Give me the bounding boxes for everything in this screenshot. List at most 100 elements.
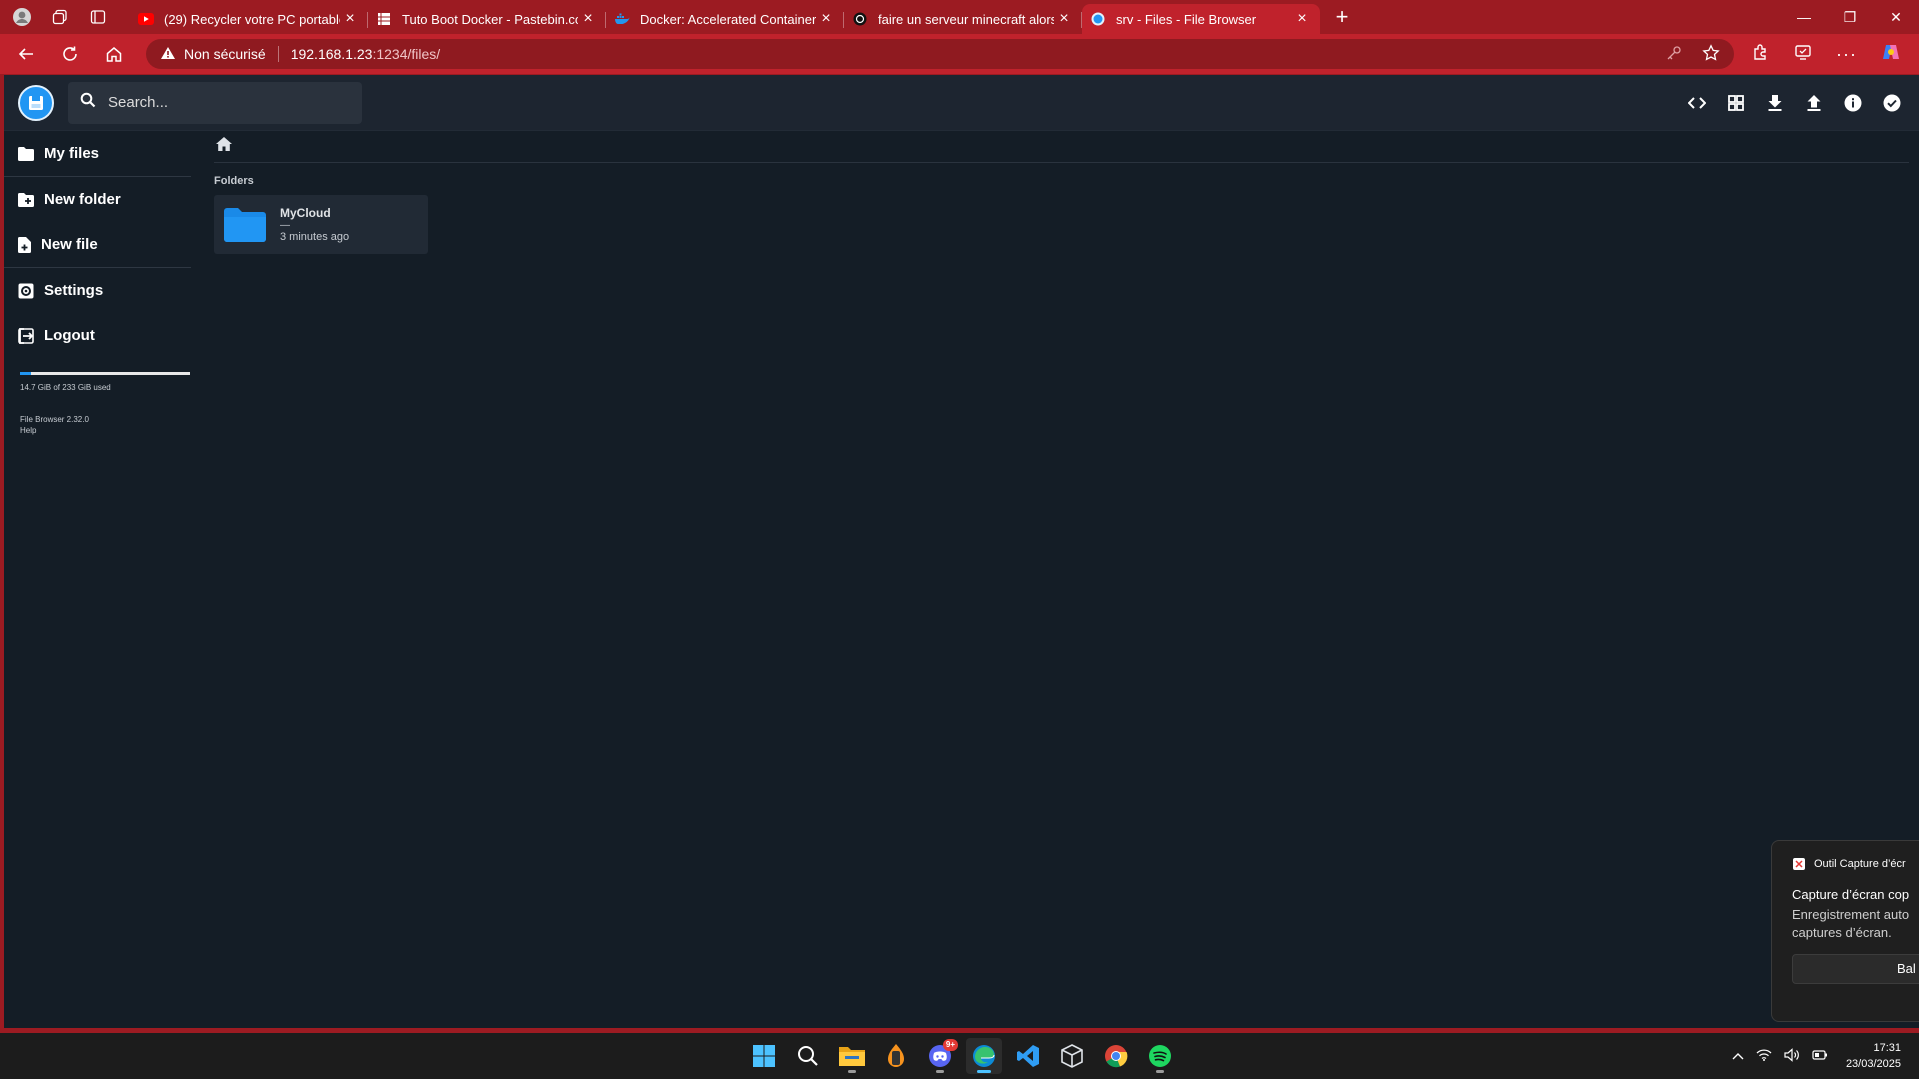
browser-tab-bar: (29) Recycler votre PC portable en × Tut… (0, 0, 1919, 34)
sidebar-item-new-file[interactable]: New file (4, 222, 194, 267)
start-icon[interactable] (746, 1038, 782, 1074)
chevron-up-icon[interactable] (1732, 1049, 1744, 1063)
fl-studio-icon[interactable] (878, 1038, 914, 1074)
folder-icon (224, 207, 266, 242)
code-icon[interactable] (1684, 90, 1710, 116)
file-explorer-icon[interactable] (834, 1038, 870, 1074)
sidebar-item-logout[interactable]: Logout (4, 313, 194, 358)
refresh-icon[interactable] (52, 36, 88, 72)
folder-icon (18, 146, 34, 161)
new-tab-icon[interactable]: + (1324, 4, 1360, 30)
windows-taskbar: 9+ 17:31 23/03/2025 (0, 1033, 1919, 1079)
tab-title: faire un serveur minecraft alors q (878, 11, 1054, 27)
tab-title: (29) Recycler votre PC portable en (164, 11, 340, 27)
system-tray: 17:31 23/03/2025 (1732, 1033, 1919, 1079)
sidebar-item-label: New file (41, 236, 98, 253)
quota-progress-fill (20, 372, 31, 375)
notification-title: Capture d’écran cop (1792, 887, 1910, 902)
close-window-icon[interactable]: ✕ (1873, 0, 1919, 34)
divider (277, 46, 279, 62)
search-input[interactable] (108, 94, 338, 111)
notification-body-line: captures d’écran. (1792, 925, 1892, 940)
close-tab-icon[interactable]: × (578, 10, 598, 28)
workspaces-icon[interactable] (50, 7, 70, 27)
file-browser-logo[interactable] (18, 84, 54, 121)
sidebar-item-label: Settings (44, 282, 104, 299)
restore-icon[interactable]: ❐ (1827, 0, 1873, 34)
notification-body-line: Enregistrement auto (1792, 907, 1910, 922)
app-header (4, 75, 1919, 131)
security-label[interactable]: Non sécurisé (184, 46, 266, 62)
snipping-tool-notification[interactable]: Outil Capture d’écr Capture d’écran cop … (1771, 840, 1919, 1022)
docker-icon (614, 11, 630, 27)
tab-title: Docker: Accelerated Container Ap (640, 11, 816, 27)
browser-tab-active[interactable]: srv - Files - File Browser × (1082, 4, 1320, 34)
upload-icon[interactable] (1801, 90, 1827, 116)
folder-name: MyCloud (280, 206, 331, 220)
chatgpt-icon (852, 11, 868, 27)
close-tab-icon[interactable]: × (340, 10, 360, 28)
search-box[interactable] (68, 81, 362, 124)
password-key-icon[interactable] (1666, 45, 1682, 64)
grid-view-icon[interactable] (1723, 90, 1749, 116)
favorite-star-icon[interactable] (1702, 43, 1720, 65)
search-icon (80, 92, 96, 113)
browser-tab[interactable]: faire un serveur minecraft alors q × (844, 4, 1082, 34)
clock[interactable]: 17:31 23/03/2025 (1846, 1040, 1901, 1072)
sidebar-item-new-folder[interactable]: New folder (4, 177, 194, 222)
wifi-icon[interactable] (1756, 1048, 1772, 1064)
address-bar[interactable]: Non sécurisé 192.168.1.23:1234/files/ (146, 39, 1734, 69)
extensions-icon[interactable] (1752, 43, 1770, 66)
quota-progress-bar (20, 372, 190, 375)
help-link[interactable]: Help (20, 425, 194, 436)
sidebar-item-settings[interactable]: Settings (4, 268, 194, 313)
notification-app-name: Outil Capture d’écr (1814, 858, 1906, 870)
chrome-icon[interactable] (1098, 1038, 1134, 1074)
close-tab-icon[interactable]: × (1054, 10, 1074, 28)
credits: File Browser 2.32.0 Help (20, 414, 194, 436)
snipping-tool-icon (1793, 858, 1805, 870)
info-icon[interactable] (1840, 90, 1866, 116)
home-icon[interactable] (96, 36, 132, 72)
notification-action-button[interactable]: Bal (1792, 954, 1919, 984)
discord-icon[interactable]: 9+ (922, 1038, 958, 1074)
notification-badge: 9+ (942, 1039, 958, 1051)
clock-time: 17:31 (1873, 1042, 1901, 1054)
back-icon[interactable] (8, 36, 44, 72)
close-tab-icon[interactable]: × (816, 10, 836, 28)
vertical-tabs-icon[interactable] (88, 7, 108, 27)
more-menu-icon[interactable]: ··· (1836, 44, 1857, 65)
browser-tab[interactable]: (29) Recycler votre PC portable en × (130, 4, 368, 34)
download-icon[interactable] (1762, 90, 1788, 116)
battery-icon[interactable] (1812, 1049, 1828, 1064)
browser-toolbar: Non sécurisé 192.168.1.23:1234/files/ ··… (0, 34, 1919, 74)
version-link[interactable]: File Browser 2.32.0 (20, 414, 194, 425)
spotify-icon[interactable] (1142, 1038, 1178, 1074)
select-icon[interactable] (1879, 90, 1905, 116)
vscode-icon[interactable] (1010, 1038, 1046, 1074)
storage-quota: 14.7 GiB of 233 GiB used (20, 372, 190, 392)
sidebar-item-label: Logout (44, 327, 95, 344)
profile-icon[interactable] (12, 7, 32, 27)
url-host: 192.168.1.23 (290, 46, 373, 62)
edge-icon[interactable] (966, 1038, 1002, 1074)
browser-tab[interactable]: Tuto Boot Docker - Pastebin.com × (368, 4, 606, 34)
logout-icon (18, 327, 34, 344)
search-icon[interactable] (790, 1038, 826, 1074)
minimize-icon[interactable]: — (1781, 0, 1827, 34)
close-tab-icon[interactable]: × (1292, 10, 1312, 28)
sidebar-item-my-files[interactable]: My files (4, 131, 194, 176)
quota-text: 14.7 GiB of 233 GiB used (20, 383, 111, 392)
virtualbox-icon[interactable] (1054, 1038, 1090, 1074)
warning-icon[interactable] (160, 46, 176, 63)
folder-size: — (280, 220, 290, 231)
folder-item[interactable]: MyCloud — 3 minutes ago (214, 195, 428, 254)
volume-icon[interactable] (1784, 1047, 1800, 1065)
sidebar: My files New folder New file Settings Lo… (4, 131, 194, 436)
copilot-icon[interactable] (1881, 42, 1901, 67)
home-breadcrumb-icon[interactable] (216, 137, 232, 156)
sidebar-item-label: New folder (44, 191, 121, 208)
browser-tab[interactable]: Docker: Accelerated Container Ap × (606, 4, 844, 34)
tab-title: Tuto Boot Docker - Pastebin.com (402, 11, 578, 27)
screenshot-icon[interactable] (1794, 43, 1812, 66)
